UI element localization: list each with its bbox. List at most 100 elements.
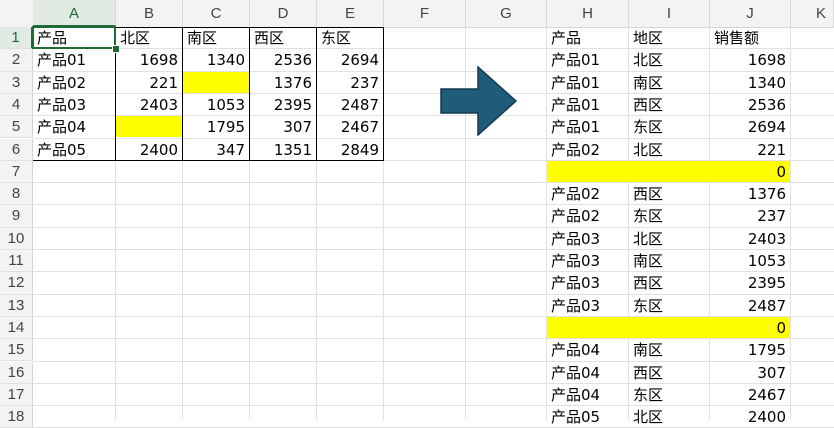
row-header-8[interactable]: 8 — [0, 183, 33, 206]
cell-i10[interactable]: 北区 — [629, 228, 709, 249]
cell-i1[interactable]: 地区 — [629, 27, 709, 48]
cell-j2[interactable]: 1698 — [710, 49, 790, 70]
cell-i8[interactable]: 西区 — [629, 183, 709, 204]
column-header-a[interactable]: A — [33, 0, 116, 27]
row-header-13[interactable]: 13 — [0, 294, 33, 317]
cell-i13[interactable]: 东区 — [629, 295, 709, 316]
cell-a3[interactable]: 产品02 — [33, 72, 115, 93]
cell-h13[interactable]: 产品03 — [547, 295, 628, 316]
cell-h16[interactable]: 产品04 — [547, 362, 628, 383]
row-header-6[interactable]: 6 — [0, 138, 33, 161]
column-header-g[interactable]: G — [466, 0, 547, 27]
cell-h6[interactable]: 产品02 — [547, 139, 628, 160]
cell-d6[interactable]: 1351 — [250, 139, 316, 160]
column-header-b[interactable]: B — [116, 0, 183, 27]
cell-j4[interactable]: 2536 — [710, 94, 790, 115]
cell-j6[interactable]: 221 — [710, 139, 790, 160]
cell-j3[interactable]: 1340 — [710, 72, 790, 93]
cell-e6[interactable]: 2849 — [317, 139, 383, 160]
row-header-17[interactable]: 17 — [0, 383, 33, 407]
cell-i9[interactable]: 东区 — [629, 205, 709, 226]
cell-b2[interactable]: 1698 — [116, 49, 182, 70]
cell-j16[interactable]: 307 — [710, 362, 790, 383]
cell-i3[interactable]: 南区 — [629, 72, 709, 93]
cell-i12[interactable]: 西区 — [629, 272, 709, 293]
cell-h7[interactable]: 0 — [547, 160, 790, 183]
row-header-4[interactable]: 4 — [0, 93, 33, 117]
cell-i5[interactable]: 东区 — [629, 116, 709, 137]
cell-j18[interactable]: 2400 — [710, 406, 790, 427]
cell-h4[interactable]: 产品01 — [547, 94, 628, 115]
cell-h5[interactable]: 产品01 — [547, 116, 628, 137]
column-header-j[interactable]: J — [710, 0, 791, 27]
cell-b4[interactable]: 2403 — [116, 94, 182, 115]
cell-h3[interactable]: 产品01 — [547, 72, 628, 93]
cell-a6[interactable]: 产品05 — [33, 139, 115, 160]
cell-e5[interactable]: 2467 — [317, 116, 383, 137]
cell-b3[interactable]: 221 — [116, 72, 182, 93]
cell-j1[interactable]: 销售额 — [710, 27, 790, 48]
cell-i4[interactable]: 西区 — [629, 94, 709, 115]
cell-a4[interactable]: 产品03 — [33, 94, 115, 115]
fill-handle[interactable] — [112, 45, 120, 54]
row-header-1[interactable]: 1 — [0, 27, 33, 50]
cell-d1[interactable]: 西区 — [250, 27, 316, 48]
row-header-9[interactable]: 9 — [0, 205, 33, 228]
cell-c2[interactable]: 1340 — [183, 49, 249, 70]
row-header-5[interactable]: 5 — [0, 116, 33, 139]
column-header-h[interactable]: H — [547, 0, 629, 27]
cell-d2[interactable]: 2536 — [250, 49, 316, 70]
column-header-d[interactable]: D — [250, 0, 317, 27]
sheet-grid[interactable]: 产品 北区 南区 西区 东区 产品01 1698 1340 2536 2694 产品02 221 137… — [32, 26, 834, 428]
cell-b1[interactable]: 北区 — [116, 27, 182, 48]
cell-i15[interactable]: 南区 — [629, 339, 709, 360]
cell-d4[interactable]: 2395 — [250, 94, 316, 115]
cell-i18[interactable]: 北区 — [629, 406, 709, 427]
row-header-2[interactable]: 2 — [0, 49, 33, 72]
column-header-f[interactable]: F — [384, 0, 466, 27]
cell-j11[interactable]: 1053 — [710, 250, 790, 271]
row-header-11[interactable]: 11 — [0, 250, 33, 273]
cell-j17[interactable]: 2467 — [710, 384, 790, 405]
column-header-i[interactable]: I — [629, 0, 710, 27]
cell-e1[interactable]: 东区 — [317, 27, 383, 48]
row-header-10[interactable]: 10 — [0, 227, 33, 250]
cell-b5[interactable] — [116, 116, 182, 138]
cell-c5[interactable]: 1795 — [183, 116, 249, 137]
cell-i17[interactable]: 东区 — [629, 384, 709, 405]
cell-c6[interactable]: 347 — [183, 139, 249, 160]
cell-c4[interactable]: 1053 — [183, 94, 249, 115]
cell-h10[interactable]: 产品03 — [547, 228, 628, 249]
cell-h14[interactable]: 0 — [547, 316, 790, 339]
cell-h1[interactable]: 产品 — [547, 27, 628, 48]
cell-h2[interactable]: 产品01 — [547, 49, 628, 70]
cell-h17[interactable]: 产品04 — [547, 384, 628, 405]
row-header-18[interactable]: 18 — [0, 406, 33, 428]
cell-e3[interactable]: 237 — [317, 72, 383, 93]
row-header-12[interactable]: 12 — [0, 272, 33, 295]
cell-i11[interactable]: 南区 — [629, 250, 709, 271]
cell-h11[interactable]: 产品03 — [547, 250, 628, 271]
select-all-corner[interactable] — [0, 0, 34, 27]
cell-h12[interactable]: 产品03 — [547, 272, 628, 293]
cell-a5[interactable]: 产品04 — [33, 116, 115, 137]
cell-a2[interactable]: 产品01 — [33, 49, 115, 70]
cell-d3[interactable]: 1376 — [250, 72, 316, 93]
cell-i16[interactable]: 西区 — [629, 362, 709, 383]
row-header-14[interactable]: 14 — [0, 316, 33, 340]
column-header-k[interactable]: K — [791, 0, 834, 27]
row-header-3[interactable]: 3 — [0, 71, 33, 94]
row-header-7[interactable]: 7 — [0, 160, 33, 184]
cell-j8[interactable]: 1376 — [710, 183, 790, 204]
cell-j13[interactable]: 2487 — [710, 295, 790, 316]
cell-j15[interactable]: 1795 — [710, 339, 790, 360]
column-header-c[interactable]: C — [183, 0, 250, 27]
cell-d5[interactable]: 307 — [250, 116, 316, 137]
cell-h9[interactable]: 产品02 — [547, 205, 628, 226]
cell-h18[interactable]: 产品05 — [547, 406, 628, 427]
cell-j9[interactable]: 237 — [710, 205, 790, 226]
cell-h15[interactable]: 产品04 — [547, 339, 628, 360]
cell-i2[interactable]: 北区 — [629, 49, 709, 70]
cell-j10[interactable]: 2403 — [710, 228, 790, 249]
cell-c1[interactable]: 南区 — [183, 27, 249, 48]
